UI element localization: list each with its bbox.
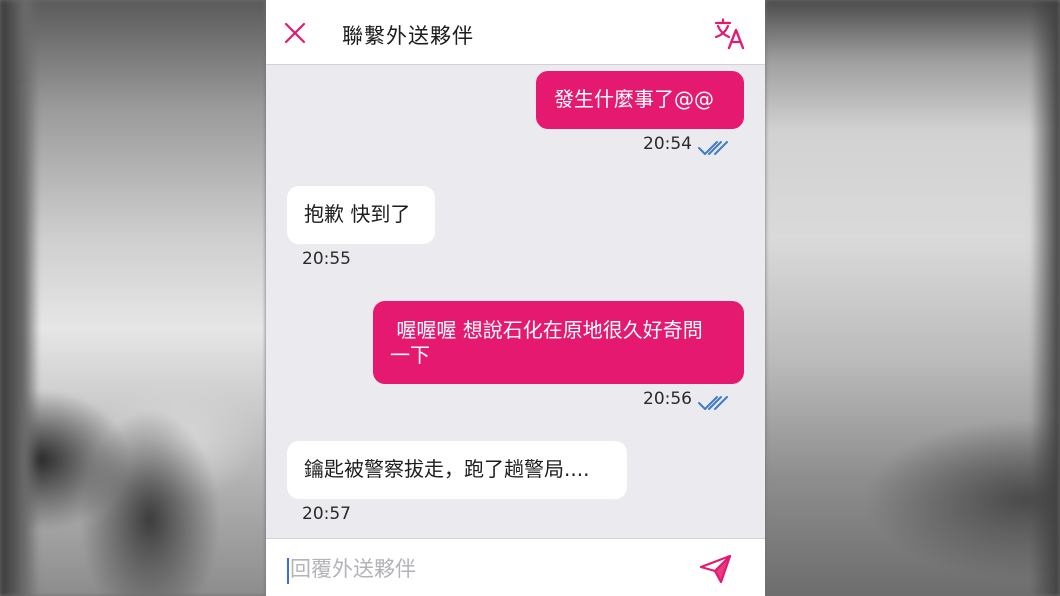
- text-caret: [287, 558, 289, 584]
- message-text-line: 一下: [390, 343, 430, 367]
- read-receipt-icon: [697, 394, 731, 412]
- reply-input[interactable]: [290, 551, 670, 587]
- read-receipt-icon: [697, 139, 731, 157]
- message-text: 鑰匙被警察拔走，跑了趟警局....: [304, 457, 590, 481]
- background-left: [0, 0, 266, 596]
- message-bubble-outgoing[interactable]: 發生什麼事了@@: [536, 71, 744, 129]
- message-time: 20:55: [302, 249, 351, 269]
- message-bubble-incoming[interactable]: 抱歉 快到了: [287, 186, 435, 244]
- message-bubble-outgoing[interactable]: 喔喔喔 想說石化在原地很久好奇問 一下: [373, 301, 744, 384]
- message-time: 20:57: [302, 504, 351, 524]
- message-time: 20:56: [643, 389, 692, 409]
- background-right: [765, 0, 1060, 596]
- message-text: 發生什麼事了@@: [554, 87, 714, 111]
- send-icon[interactable]: [699, 554, 733, 584]
- chat-header: 聯繫外送夥伴: [266, 0, 765, 65]
- chat-screen: 聯繫外送夥伴 發生什麼事了@@ 20:54 抱歉 快到了 20:55 喔喔喔 想…: [266, 0, 765, 596]
- message-time: 20:54: [643, 134, 692, 154]
- close-icon[interactable]: [284, 22, 306, 44]
- message-bubble-incoming[interactable]: 鑰匙被警察拔走，跑了趟警局....: [287, 441, 627, 499]
- message-text-line: 喔喔喔 想說石化在原地很久好奇問: [390, 318, 703, 342]
- page-title: 聯繫外送夥伴: [342, 24, 474, 48]
- message-text: 抱歉 快到了: [304, 202, 411, 226]
- reply-composer: [266, 538, 765, 596]
- translate-icon[interactable]: [714, 18, 746, 50]
